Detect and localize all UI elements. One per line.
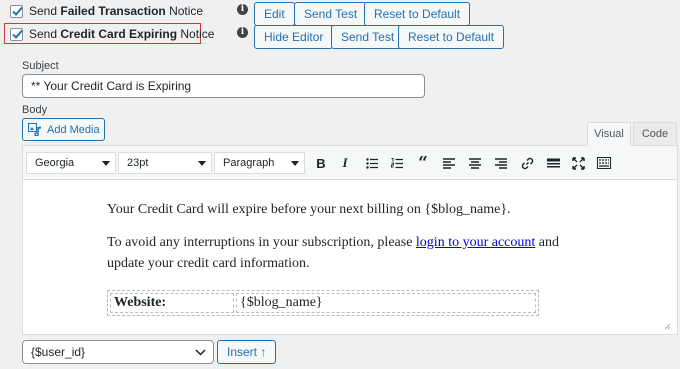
align-left-icon[interactable] [440,154,458,172]
numbered-list-icon[interactable] [388,154,406,172]
insert-button[interactable]: Insert ↑ [217,340,277,364]
edit-button[interactable]: Edit [254,2,295,26]
checkmark-icon [12,29,23,39]
send-test-button[interactable]: Send Test [331,25,405,49]
tab-code[interactable]: Code [633,122,677,146]
paragraph-text: and [535,235,560,250]
align-right-icon[interactable] [492,154,510,172]
failed-transaction-label: Send Failed Transaction Notice [29,4,204,18]
content-paragraph: update your credit card information. [107,256,310,271]
credit-card-expiring-checkbox[interactable] [10,27,23,41]
font-size-select[interactable]: 23pt [118,152,212,174]
table-cell-label: Website: [110,293,234,313]
content-paragraph: Your Credit Card will expire before your… [107,202,511,217]
italic-icon[interactable]: I [336,154,354,172]
align-center-icon[interactable] [466,154,484,172]
font-family-select[interactable]: Georgia [26,152,116,174]
bold-icon[interactable]: B [312,154,330,172]
notice-row-failed-transaction: Send Failed Transaction Notice [10,0,203,22]
info-icon[interactable]: i [237,4,248,15]
table-cell-value: {$blog_name} [236,293,536,313]
variable-select-value: {$user_id} [31,345,86,359]
tab-visual[interactable]: Visual [587,122,631,146]
reset-to-default-button[interactable]: Reset to Default [364,2,471,26]
font-family-value: Georgia [35,157,75,169]
format-select[interactable]: Paragraph [214,152,305,174]
add-media-label: Add Media [47,123,100,136]
chevron-down-icon [198,161,206,166]
bullet-list-icon[interactable] [363,154,381,172]
horizontal-rule-icon[interactable] [544,154,562,172]
send-test-button[interactable]: Send Test [294,2,368,26]
subject-label: Subject [22,60,59,72]
chevron-down-icon [102,161,110,166]
checkmark-icon [12,6,23,16]
add-media-button[interactable]: Add Media [22,118,105,141]
credit-card-expiring-label: Send Credit Card Expiring Notice [29,27,215,41]
variable-select[interactable]: {$user_id} [22,340,214,364]
chevron-down-icon [291,161,299,166]
subject-input[interactable] [22,74,425,98]
info-icon[interactable]: i [237,27,248,38]
editor-toolbar: Georgia 23pt Paragraph B I “ [23,146,677,180]
toolbar-toggle-icon[interactable] [595,154,613,172]
details-table: Website: {$blog_name} [107,290,539,316]
body-label: Body [22,104,48,116]
format-value: Paragraph [223,157,275,169]
hide-editor-button[interactable]: Hide Editor [254,25,334,49]
failed-transaction-checkbox[interactable] [10,4,23,18]
media-icon [28,123,41,136]
resize-grip-icon[interactable] [665,324,671,330]
blockquote-icon[interactable]: “ [414,154,432,172]
paragraph-text: To avoid any interruptions in your subsc… [107,235,416,250]
link-icon[interactable] [518,154,536,172]
reset-to-default-button[interactable]: Reset to Default [398,25,505,49]
login-link[interactable]: login to your account [416,235,535,250]
content-paragraph: To avoid any interruptions in your subsc… [107,232,559,253]
fullscreen-icon[interactable] [569,154,587,172]
table-row: Website: {$blog_name} [110,293,536,313]
notice-row-credit-card-expiring: Send Credit Card Expiring Notice [10,23,214,45]
editor: Georgia 23pt Paragraph B I “ Your Credit… [22,145,678,335]
editor-content[interactable]: Your Credit Card will expire before your… [23,181,677,334]
chevron-down-icon [195,349,206,356]
font-size-value: 23pt [127,157,149,169]
